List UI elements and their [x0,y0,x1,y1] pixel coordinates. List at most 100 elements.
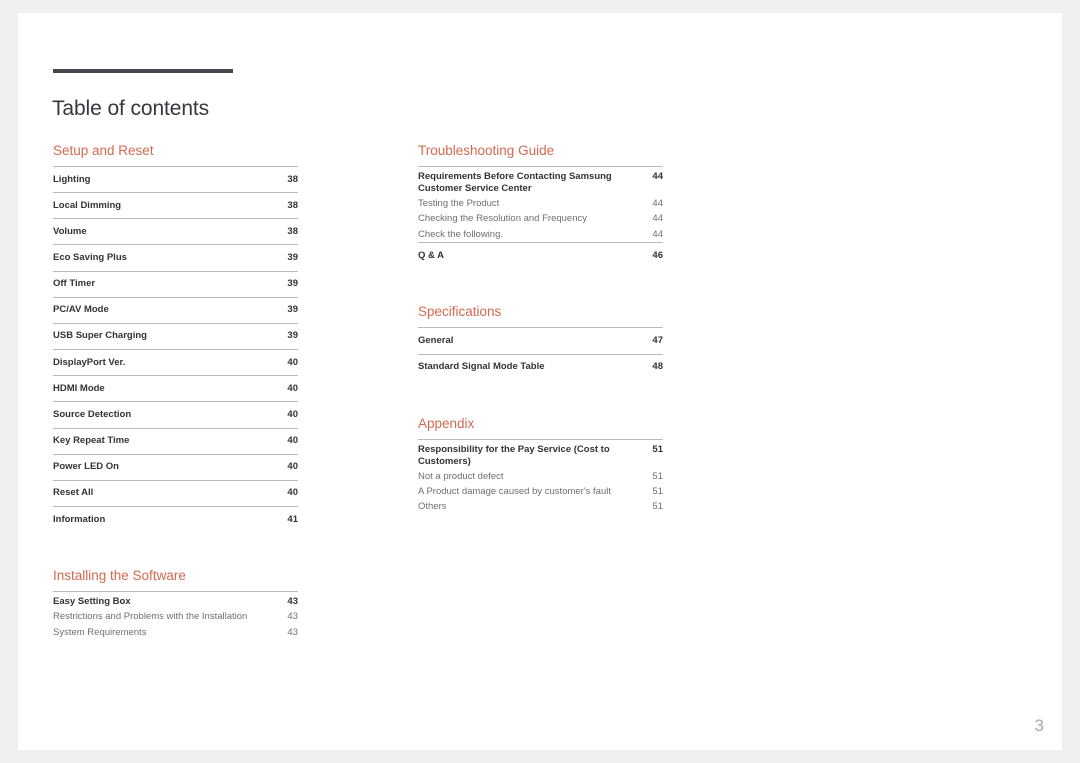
toc-entry[interactable]: Check the following. 44 [418,227,663,242]
toc-entry-label: Power LED On [53,461,119,473]
toc-entry-page-number: 38 [287,225,298,237]
toc-entry-page-number: 51 [652,443,663,455]
toc-entry-page-number: 40 [287,356,298,368]
toc-entry-label: Check the following. [418,228,504,240]
toc-entry-label: USB Super Charging [53,330,147,342]
toc-entry[interactable]: A Product damage caused by customer's fa… [418,485,663,500]
toc-entry[interactable]: Standard Signal Mode Table 48 [418,353,663,380]
toc-entry-page-number: 44 [652,198,663,210]
toc-section: Installing the Software Easy Setting Box 4… [53,568,298,640]
toc-entry-label: Testing the Product [418,198,500,210]
toc-entry[interactable]: Testing the Product 44 [418,197,663,212]
toc-entry-list: Requirements Before Contacting Samsung C… [418,166,663,268]
toc-entry-list: Responsibility for the Pay Service (Cost… [418,438,663,515]
toc-entry[interactable]: PC/AV Mode 39 [53,296,298,323]
toc-entry-label: Reset All [53,487,94,499]
toc-entry-page-number: 44 [652,213,663,225]
toc-entry-label: Q & A [418,249,445,261]
toc-entry-label: General [418,334,454,346]
toc-entry-page-number: 40 [287,408,298,420]
toc-entry[interactable]: General 47 [418,327,663,353]
toc-entry[interactable]: HDMI Mode 40 [53,375,298,401]
toc-entry-page-number: 41 [287,513,298,525]
toc-entry[interactable]: Easy Setting Box 43 [53,591,298,610]
toc-entry[interactable]: Key Repeat Time 40 [53,427,298,454]
toc-entry[interactable]: Responsibility for the Pay Service (Cost… [418,438,663,470]
toc-entry[interactable]: Volume 38 [53,218,298,244]
toc-entry-label: Source Detection [53,408,132,420]
toc-entry-page-number: 39 [287,251,298,263]
toc-entry-page-number: 43 [287,626,298,638]
toc-entry-label: Volume [53,225,87,237]
toc-entry-page-number: 43 [287,596,298,608]
page-title: Table of contents [52,97,210,121]
toc-entry[interactable]: Q & A 46 [418,242,663,268]
toc-entry-label: Restrictions and Problems with the Insta… [53,611,248,623]
toc-entry-page-number: 44 [652,228,663,240]
toc-section-heading: Setup and Reset [53,143,154,158]
toc-entry-page-number: 44 [652,171,663,182]
toc-section: Appendix Responsibility for the Pay Servi… [418,416,663,515]
toc-entry-list: General 47 Standard Signal Mode Table 48 [418,327,663,379]
toc-entry[interactable]: Restrictions and Problems with the Insta… [53,610,298,625]
toc-entry[interactable]: USB Super Charging 39 [53,322,298,349]
toc-entry[interactable]: Lighting 38 [53,166,298,192]
toc-entry-label: Responsibility for the Pay Service (Cost… [418,443,610,467]
toc-entry[interactable]: Off Timer 39 [53,270,298,297]
toc-entry[interactable]: Requirements Before Contacting Samsung C… [418,166,663,197]
title-rule [53,69,233,73]
toc-entry-page-number: 40 [287,487,298,499]
toc-entry-page-number: 48 [652,361,663,373]
toc-entry[interactable]: Eco Saving Plus 39 [53,244,298,270]
toc-entry-label: Key Repeat Time [53,435,130,447]
toc-entry-label: Eco Saving Plus [53,251,127,263]
toc-entry-page-number: 38 [287,199,298,211]
toc-section-heading: Appendix [418,415,475,431]
toc-entry[interactable]: System Requirements 43 [53,625,298,640]
toc-entry[interactable]: Checking the Resolution and Frequency 44 [418,212,663,227]
toc-section-heading: Installing the Software [53,568,186,584]
toc-entry-label: Lighting [53,173,91,185]
toc-entry-label: Others [418,501,447,513]
toc-entry-page-number: 51 [652,486,663,498]
toc-section: Troubleshooting Guide Requirements Before… [418,143,663,268]
toc-entry-label: Requirements Before Contacting Samsung C… [418,171,612,195]
toc-entry-label: Checking the Resolution and Frequency [418,213,587,225]
toc-entry[interactable]: Reset All 40 [53,479,298,506]
toc-entry-page-number: 46 [652,249,663,261]
toc-entry-page-number: 40 [287,435,298,447]
toc-entry[interactable]: DisplayPort Ver. 40 [53,349,298,375]
toc-entry-label: PC/AV Mode [53,304,109,316]
toc-column-left: Setup and Reset Lighting 38 Local Dimming 38… [53,143,298,640]
page-number: 3 [1034,716,1044,735]
toc-entry-label: A Product damage caused by customer's fa… [418,486,611,498]
toc-entry[interactable]: Information 41 [53,506,298,532]
toc-section: Specifications General 47 Standard Signal M… [418,304,663,379]
toc-entry-label: Easy Setting Box [53,596,131,608]
toc-entry-page-number: 51 [652,471,663,483]
toc-entry-label: Information [53,513,106,525]
toc-entry-page-number: 39 [287,278,298,290]
document-page: Table of contents Setup and Reset Lightin… [18,13,1062,750]
toc-entry-page-number: 51 [652,501,663,513]
toc-entry-label: System Requirements [53,626,147,638]
toc-entry-label: Local Dimming [53,199,122,211]
toc-entry-label: DisplayPort Ver. [53,356,126,368]
toc-entry[interactable]: Others 51 [418,500,663,515]
toc-entry-label: Standard Signal Mode Table [418,361,545,373]
toc-entry[interactable]: Not a product defect 51 [418,470,663,485]
toc-entry-list: Lighting 38 Local Dimming 38 Volume 38 Eco Sav… [53,166,298,532]
toc-entry-page-number: 39 [287,304,298,316]
toc-section: Setup and Reset Lighting 38 Local Dimming 38… [53,143,298,532]
toc-entry[interactable]: Power LED On 40 [53,453,298,480]
toc-entry-label: Not a product defect [418,471,504,483]
toc-entry[interactable]: Source Detection 40 [53,401,298,427]
toc-entry-label: HDMI Mode [53,382,105,394]
toc-column-right: Troubleshooting Guide Requirements Before… [418,143,663,515]
toc-section-heading: Specifications [418,304,502,320]
toc-entry[interactable]: Local Dimming 38 [53,192,298,218]
toc-entry-label: Off Timer [53,278,96,290]
